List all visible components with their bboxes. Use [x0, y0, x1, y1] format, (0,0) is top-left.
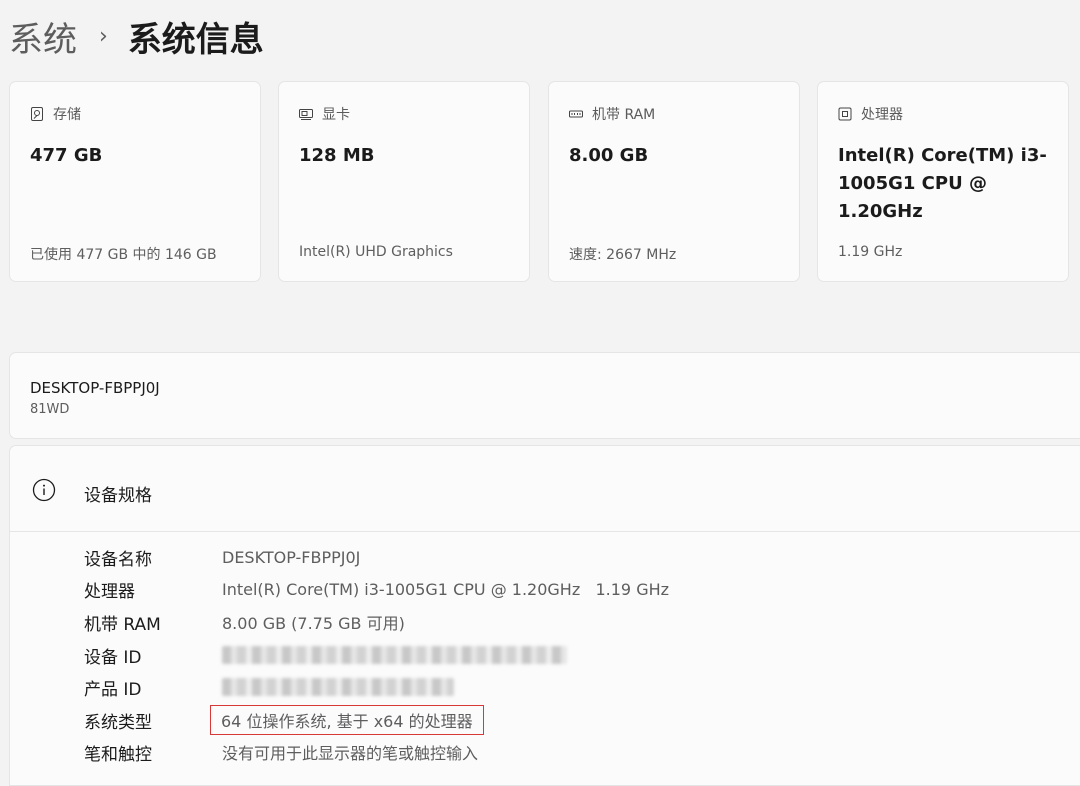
processor-icon — [838, 107, 852, 121]
section-title: 设备规格 — [84, 486, 152, 506]
card-title: 处理器 — [861, 107, 903, 123]
spec-row-device-id: 设备 ID — [84, 639, 567, 671]
spec-row-system-type: 系统类型 64 位操作系统, 基于 x64 的处理器 — [84, 704, 484, 736]
spec-label: 笔和触控 — [84, 744, 152, 765]
spec-value: DESKTOP-FBPPJ0J — [222, 547, 361, 567]
device-model: 81WD — [30, 402, 70, 417]
spec-row-processor: 处理器 Intel(R) Core(TM) i3-1005G1 CPU @ 1.… — [84, 573, 669, 605]
storage-icon — [30, 107, 44, 121]
memory-icon — [569, 107, 583, 121]
processor-card[interactable]: 处理器 Intel(R) Core(TM) i3-1005G1 CPU @ 1.… — [817, 81, 1069, 282]
spec-label: 设备名称 — [84, 549, 152, 570]
spec-row-device-name: 设备名称 DESKTOP-FBPPJ0J — [84, 541, 360, 573]
memory-card[interactable]: 机带 RAM 8.00 GB 速度: 2667 MHz — [548, 81, 800, 282]
card-value: 477 GB — [30, 145, 103, 166]
card-value: 8.00 GB — [569, 145, 649, 166]
card-subtitle: 1.19 GHz — [838, 244, 903, 260]
spec-value: 没有可用于此显示器的笔或触控输入 — [222, 744, 479, 763]
card-title: 存储 — [53, 107, 81, 123]
spec-row-product-id: 产品 ID — [84, 671, 454, 703]
spec-row-pen-touch: 笔和触控 没有可用于此显示器的笔或触控输入 — [84, 736, 478, 768]
spec-label: 设备 ID — [84, 647, 142, 668]
storage-card[interactable]: 存储 477 GB 已使用 477 GB 中的 146 GB — [9, 81, 261, 282]
highlighted-system-type: 64 位操作系统, 基于 x64 的处理器 — [210, 705, 484, 735]
breadcrumb: 系统 › 系统信息 — [9, 12, 264, 60]
spec-label: 机带 RAM — [84, 614, 161, 635]
spec-value: Intel(R) Core(TM) i3-1005G1 CPU @ 1.20GH… — [222, 579, 670, 599]
info-icon — [32, 478, 56, 502]
device-name-card[interactable]: DESKTOP-FBPPJ0J 81WD — [9, 352, 1080, 439]
spec-row-ram: 机带 RAM 8.00 GB (7.75 GB 可用) — [84, 606, 405, 638]
breadcrumb-parent-link[interactable]: 系统 — [9, 12, 77, 61]
display-adapter-icon — [299, 107, 313, 121]
card-subtitle: 速度: 2667 MHz — [569, 247, 677, 263]
display-adapter-card[interactable]: 显卡 128 MB Intel(R) UHD Graphics — [278, 81, 530, 282]
spec-label: 处理器 — [84, 581, 135, 602]
spec-label: 产品 ID — [84, 679, 142, 700]
page-title: 系统信息 — [127, 19, 264, 60]
card-value: 128 MB — [299, 145, 375, 166]
device-specifications-header[interactable]: 设备规格 — [10, 446, 1080, 532]
spec-value: 8.00 GB (7.75 GB 可用) — [222, 614, 405, 633]
redacted-device-id — [222, 646, 567, 664]
card-value: Intel(R) Core(TM) i3-1005G1 CPU @ 1.20GH… — [838, 145, 1047, 222]
device-name: DESKTOP-FBPPJ0J — [30, 379, 160, 397]
breadcrumb-separator-icon: › — [99, 23, 108, 49]
system-info-page: 系统 › 系统信息 存储 477 GB 已使用 477 GB 中的 146 GB… — [0, 0, 1080, 786]
card-title: 机带 RAM — [592, 107, 656, 123]
spec-label: 系统类型 — [84, 712, 152, 733]
card-title: 显卡 — [322, 107, 350, 123]
redacted-product-id — [222, 678, 454, 696]
card-subtitle: Intel(R) UHD Graphics — [299, 244, 453, 260]
card-subtitle: 已使用 477 GB 中的 146 GB — [30, 247, 217, 263]
device-specifications-section: 设备规格 设备名称 DESKTOP-FBPPJ0J 处理器 Intel(R) C… — [9, 445, 1080, 786]
